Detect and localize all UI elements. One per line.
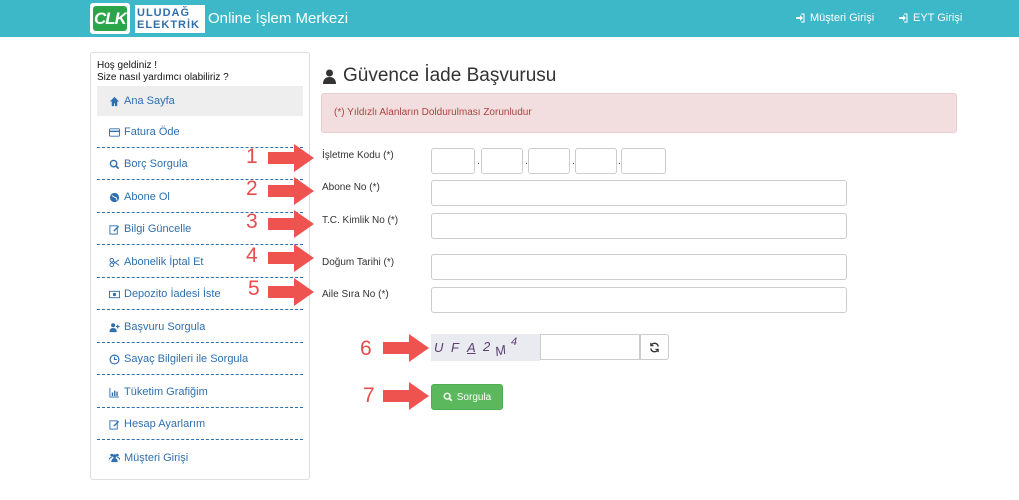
bar-chart-icon	[109, 387, 120, 398]
customer-login-label: Müşteri Girişi	[810, 12, 875, 24]
captcha-char: F	[451, 340, 459, 355]
annotation-number: 4	[246, 244, 258, 267]
annotation-arrow	[268, 210, 314, 238]
sidebar-item-label: Abonelik İptal Et	[124, 256, 204, 268]
annotation-arrow	[268, 244, 314, 272]
scissors-icon	[109, 257, 120, 267]
sidebar-item-label: Ana Sayfa	[124, 95, 175, 107]
sidebar-item-label: Başvuru Sorgula	[124, 321, 206, 333]
annotation-number: 6	[360, 337, 372, 360]
logo-text-box: ULUDAĞ ELEKTRİK	[135, 5, 205, 33]
isletme-kodu-input-2[interactable]	[481, 148, 523, 174]
page-title: Güvence İade Başvurusu	[322, 65, 556, 87]
annotation-number: 5	[248, 277, 260, 300]
logo-mark: CLK	[93, 6, 127, 31]
welcome-line1: Hoş geldiniz !	[97, 60, 158, 71]
sidebar-item-basvuru-sorgula[interactable]: Başvuru Sorgula	[97, 312, 303, 343]
annotation-arrow	[268, 177, 314, 205]
captcha-char: 2	[483, 339, 491, 354]
tc-kimlik-label: T.C. Kimlik No (*)	[322, 215, 399, 226]
sidebar-item-label: Abone Ol	[124, 191, 170, 203]
sidebar-item-label: Hesap Ayarlarım	[124, 418, 206, 430]
welcome-line2: Size nasıl yardımcı olabiliriz ?	[97, 72, 229, 83]
edit-icon	[109, 224, 120, 235]
annotation-number: 2	[246, 177, 258, 200]
sidebar-item-label: Fatura Öde	[124, 126, 180, 138]
credit-card-icon	[109, 127, 120, 137]
captcha-char: 4	[511, 336, 518, 348]
sign-in-icon	[796, 13, 805, 23]
search-icon	[443, 392, 453, 402]
sorgula-button-label: Sorgula	[456, 391, 492, 403]
annotation-arrow	[268, 144, 314, 172]
sidebar-item-musteri-girisi[interactable]: Müşteri Girişi	[97, 442, 303, 473]
eyt-login-link[interactable]: EYT Girişi	[898, 12, 962, 24]
user-icon	[323, 69, 336, 84]
annotation-number: 1	[246, 145, 258, 168]
home-icon	[109, 96, 120, 106]
separator-dot: .	[477, 156, 480, 167]
sorgula-button[interactable]: Sorgula	[431, 384, 503, 410]
abone-no-label: Abone No (*)	[322, 182, 380, 193]
logo-line1: ULUDAĞ	[137, 7, 191, 19]
sidebar-item-ana-sayfa[interactable]: Ana Sayfa	[97, 86, 303, 116]
captcha-input[interactable]	[540, 334, 640, 360]
logo-line2: ELEKTRİK	[137, 19, 200, 31]
tc-kimlik-input[interactable]	[431, 213, 847, 239]
isletme-kodu-input-5[interactable]	[621, 148, 666, 174]
dogum-tarihi-input[interactable]	[431, 254, 847, 280]
users-icon	[109, 453, 120, 463]
captcha-image: U F A 2 M 4	[431, 334, 540, 361]
top-navbar: CLK ULUDAĞ ELEKTRİK Online İşlem Merkezi…	[0, 0, 1019, 37]
captcha-refresh-button[interactable]	[640, 334, 669, 360]
sidebar-item-label: Müşteri Girişi	[124, 451, 189, 464]
isletme-kodu-input-4[interactable]	[575, 148, 617, 174]
brand-title[interactable]: Online İşlem Merkezi	[208, 10, 348, 27]
uludag-logo[interactable]: CLK ULUDAĞ ELEKTRİK	[90, 3, 205, 34]
annotation-number: 7	[363, 384, 375, 407]
captcha-char: M	[493, 341, 508, 360]
logo-mark-box: CLK	[90, 3, 130, 34]
annotation-number: 3	[246, 210, 258, 233]
edit-icon	[109, 419, 120, 430]
eyt-login-label: EYT Girişi	[913, 12, 963, 24]
welcome-text: Hoş geldiniz ! Size nasıl yardımcı olabi…	[97, 60, 229, 84]
globe-icon	[109, 192, 120, 202]
required-fields-alert: (*) Yıldızlı Alanların Doldurulması Zoru…	[321, 93, 957, 133]
customer-login-link[interactable]: Müşteri Girişi	[795, 12, 874, 24]
sidebar-item-label: Tüketim Grafiğim	[124, 386, 208, 398]
user-plus-icon	[109, 322, 120, 332]
dogum-tarihi-label: Doğum Tarihi (*)	[322, 257, 395, 268]
sidebar-item-label: Depozito İadesi İste	[124, 288, 221, 300]
aile-sira-label: Aile Sıra No (*)	[322, 289, 389, 300]
isletme-kodu-input-3[interactable]	[528, 148, 570, 174]
aile-sira-input[interactable]	[431, 287, 847, 313]
isletme-kodu-label: İşletme Kodu (*)	[322, 150, 394, 161]
money-icon	[109, 290, 120, 298]
page-title-text: Güvence İade Başvurusu	[343, 65, 557, 86]
sidebar-item-sayac-bilgileri[interactable]: Sayaç Bilgileri ile Sorgula	[97, 344, 303, 375]
sidebar-item-label: Sayaç Bilgileri ile Sorgula	[124, 353, 249, 365]
sidebar-item-label: Bilgi Güncelle	[124, 223, 192, 235]
abone-no-input[interactable]	[431, 180, 847, 206]
annotation-arrow	[383, 334, 429, 362]
annotation-arrow	[268, 278, 314, 306]
sign-in-icon	[899, 13, 908, 23]
isletme-kodu-input-1[interactable]	[431, 148, 475, 174]
captcha-char: U	[434, 340, 444, 355]
sidebar-item-label: Borç Sorgula	[124, 158, 188, 170]
refresh-icon	[650, 342, 659, 352]
sidebar-item-tuketim-grafigim[interactable]: Tüketim Grafiğim	[97, 377, 303, 408]
clock-icon	[109, 354, 120, 364]
annotation-arrow	[383, 382, 429, 410]
search-icon	[109, 159, 120, 169]
captcha-char: A	[467, 340, 476, 355]
sidebar-item-hesap-ayarlarim[interactable]: Hesap Ayarlarım	[97, 409, 303, 440]
